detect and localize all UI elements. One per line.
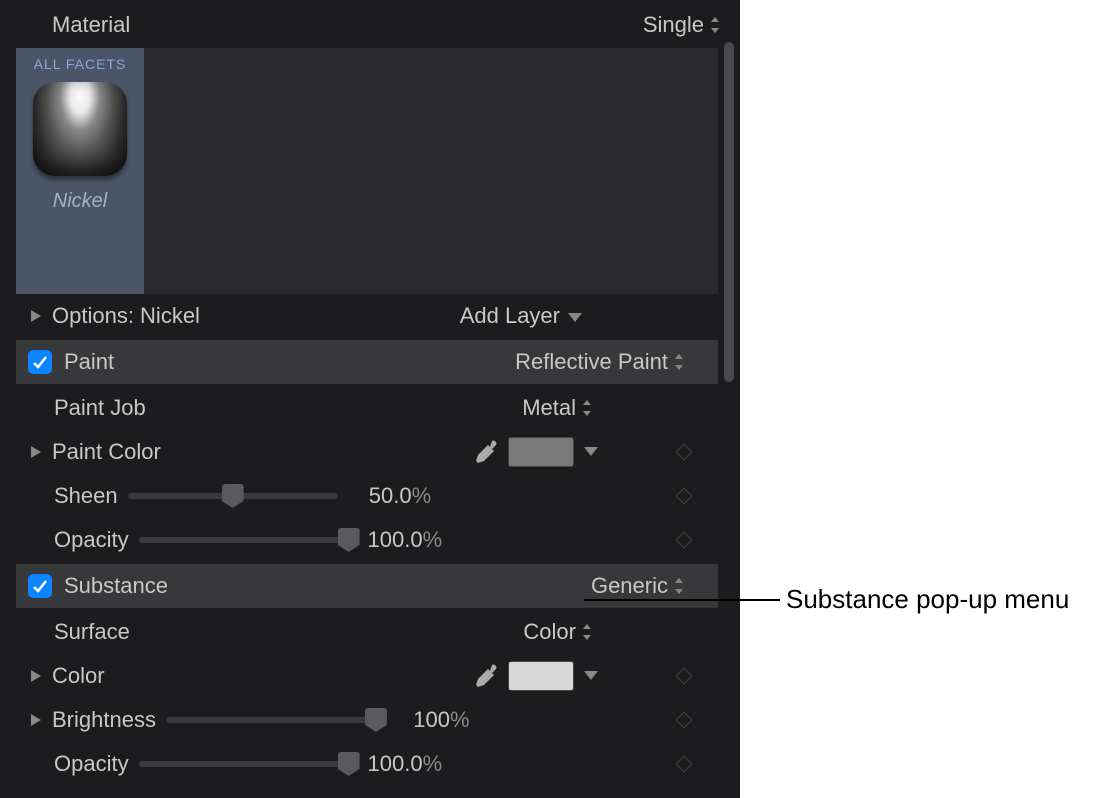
callout-label: Substance pop-up menu [786,584,1069,615]
disclosure-icon[interactable] [28,310,44,322]
substance-opacity-unit: % [423,751,447,777]
substance-checkbox[interactable] [28,574,52,598]
sheen-slider[interactable] [128,493,338,499]
paint-type-value: Reflective Paint [515,349,668,375]
paint-label: Paint [64,349,114,375]
paint-opacity-label: Opacity [28,527,129,553]
facet-card-all[interactable]: ALL FACETS Nickel [16,48,144,294]
sheen-row: Sheen 50.0 % [0,474,740,518]
add-layer-popup[interactable]: Add Layer [460,303,582,329]
facets-area: ALL FACETS Nickel [16,48,718,294]
eyedropper-icon[interactable] [472,439,498,465]
paint-color-swatch[interactable] [508,437,574,467]
slider-thumb[interactable] [365,708,387,732]
paint-job-row: Paint Job Metal [0,386,740,430]
material-name: Nickel [53,190,107,213]
keyframe-icon[interactable] [676,668,693,685]
disclosure-icon[interactable] [28,446,44,458]
keyframe-icon[interactable] [676,488,693,505]
brightness-row: Brightness 100 % [0,698,740,742]
paint-job-label: Paint Job [28,395,146,421]
substance-type-popup[interactable]: Generic [591,573,684,599]
sheen-unit: % [412,483,436,509]
paint-opacity-slider[interactable] [139,537,349,543]
keyframe-icon[interactable] [676,532,693,549]
chevron-down-icon[interactable] [584,447,598,457]
updown-icon [582,624,592,640]
paint-job-value: Metal [522,395,576,421]
keyframe-icon[interactable] [676,444,693,461]
updown-icon [674,354,684,370]
updown-icon [674,578,684,594]
options-label: Options: Nickel [52,303,200,329]
inspector-panel: Material Single ALL FACETS Nickel Option… [0,0,740,798]
eyedropper-icon[interactable] [472,663,498,689]
substance-opacity-slider[interactable] [139,761,349,767]
keyframe-icon[interactable] [676,712,693,729]
surface-label: Surface [28,619,130,645]
brightness-label: Brightness [52,707,156,733]
chevron-down-icon[interactable] [584,671,598,681]
color-row: Color [0,654,740,698]
disclosure-icon[interactable] [28,670,44,682]
disclosure-icon[interactable] [28,714,44,726]
paint-color-row: Paint Color [0,430,740,474]
paint-type-popup[interactable]: Reflective Paint [515,349,684,375]
slider-thumb[interactable] [222,484,244,508]
sheen-label: Sheen [28,483,118,509]
material-header-row: Material Single [0,4,740,48]
substance-section-header: Substance Generic [16,564,718,608]
surface-row: Surface Color [0,610,740,654]
chevron-down-icon [568,303,582,329]
substance-label: Substance [64,573,168,599]
material-label: Material [52,12,643,38]
add-layer-label: Add Layer [460,303,560,329]
brightness-value[interactable]: 100 [390,707,450,733]
brightness-slider[interactable] [166,717,376,723]
updown-icon [710,17,720,33]
material-type-value: Single [643,12,704,38]
color-label: Color [52,663,105,689]
brightness-unit: % [450,707,474,733]
color-swatch[interactable] [508,661,574,691]
material-preview-thumbnail [33,82,127,176]
keyframe-icon[interactable] [676,756,693,773]
paint-opacity-row: Opacity 100.0 % [0,518,740,562]
paint-opacity-unit: % [423,527,447,553]
paint-checkbox[interactable] [28,350,52,374]
substance-type-value: Generic [591,573,668,599]
material-type-popup[interactable]: Single [643,12,720,38]
paint-opacity-value[interactable]: 100.0 [363,527,423,553]
options-row: Options: Nickel Add Layer [0,294,740,338]
callout-line [584,599,780,601]
paint-job-popup[interactable]: Metal [522,395,592,421]
sheen-value[interactable]: 50.0 [352,483,412,509]
surface-value: Color [523,619,576,645]
surface-popup[interactable]: Color [523,619,592,645]
substance-opacity-label: Opacity [28,751,129,777]
facet-tab-label: ALL FACETS [34,56,127,72]
updown-icon [582,400,592,416]
slider-thumb[interactable] [338,752,360,776]
substance-opacity-value[interactable]: 100.0 [363,751,423,777]
paint-color-label: Paint Color [52,439,161,465]
substance-opacity-row: Opacity 100.0 % [0,742,740,786]
paint-section-header: Paint Reflective Paint [16,340,718,384]
scrollbar-thumb[interactable] [724,42,734,382]
slider-thumb[interactable] [338,528,360,552]
